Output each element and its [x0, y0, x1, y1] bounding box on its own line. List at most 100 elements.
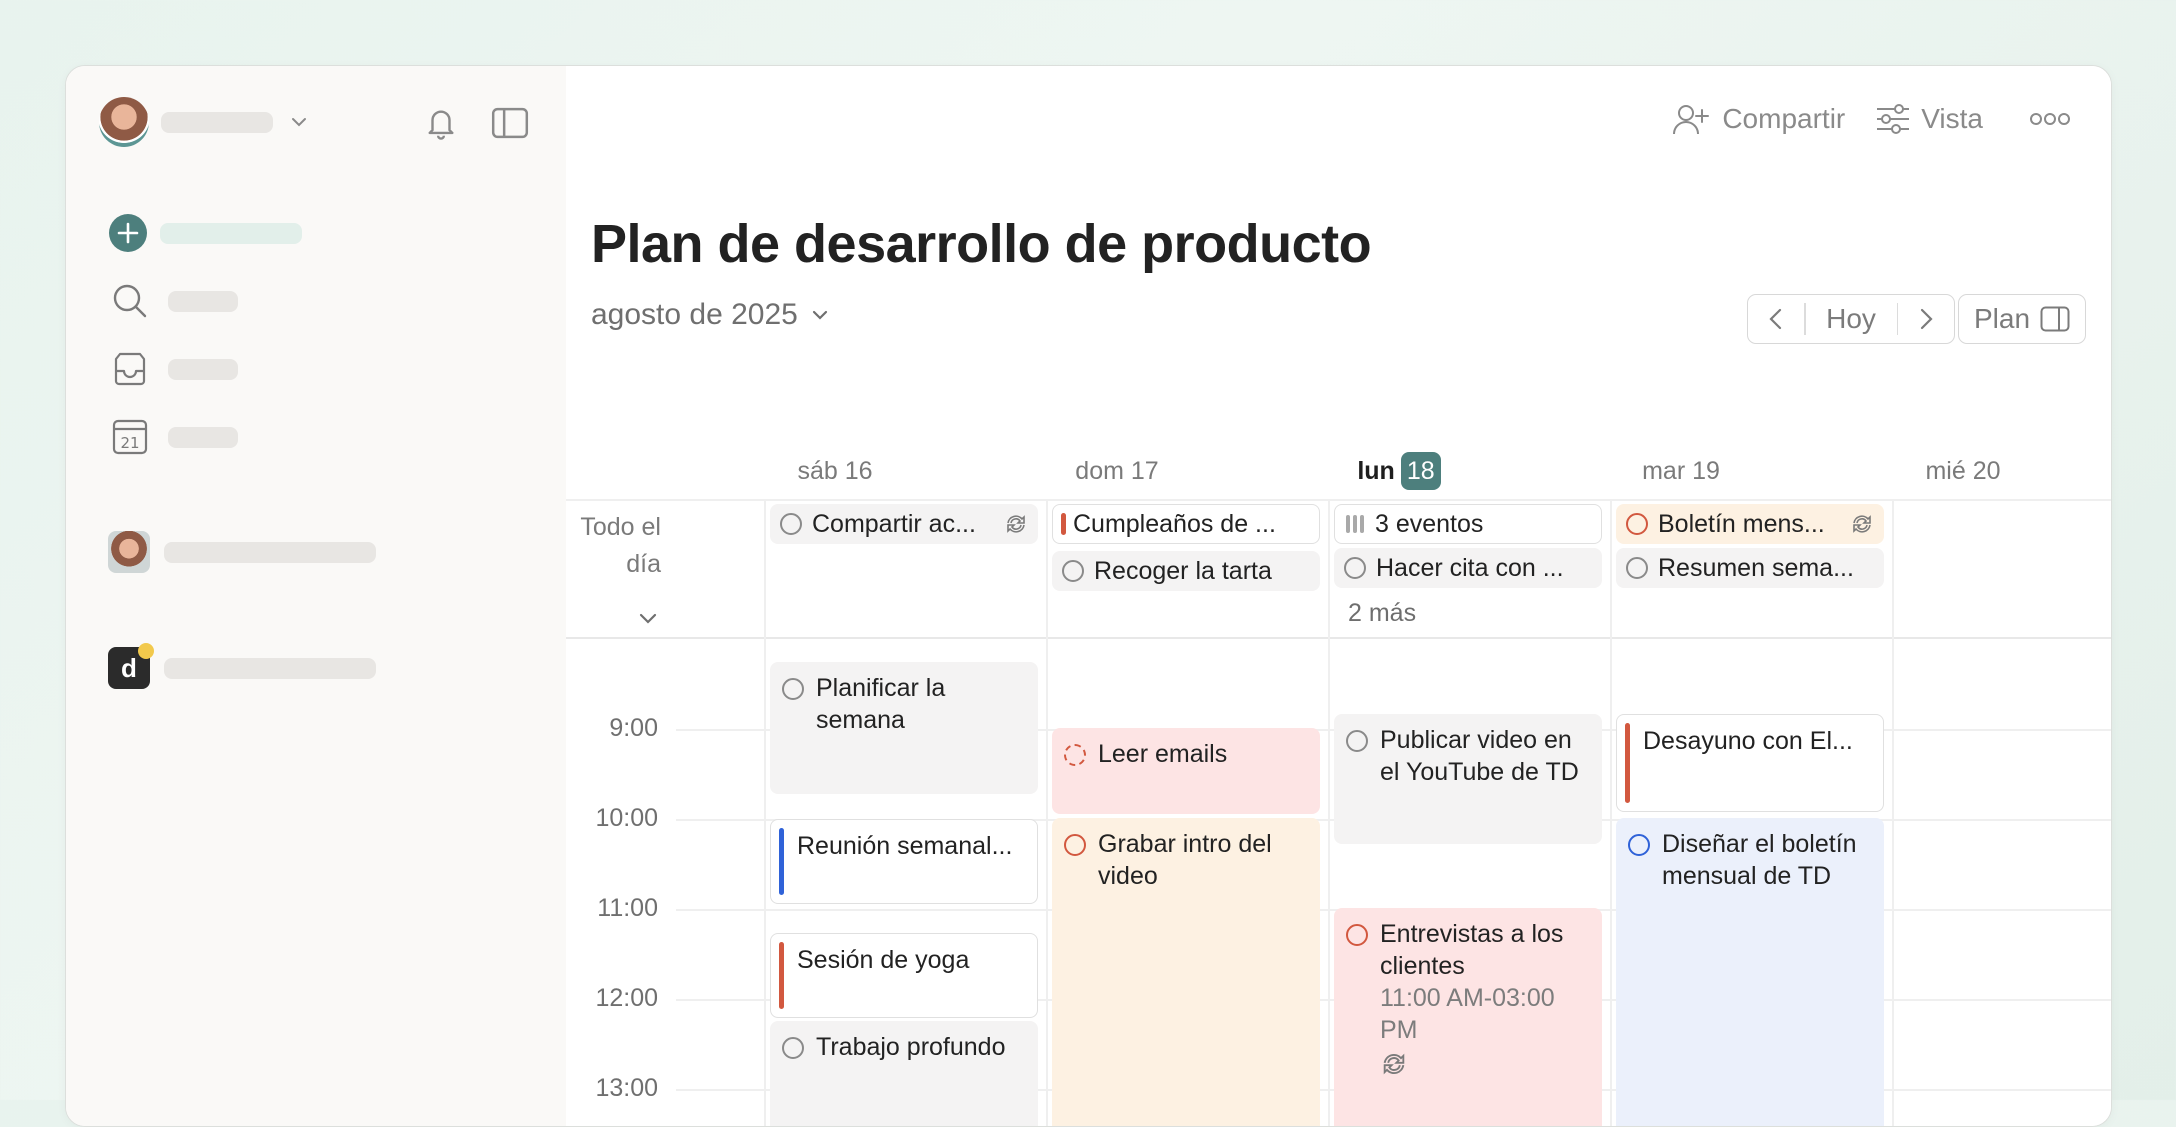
project-avatar	[108, 531, 150, 573]
recurring-icon	[1007, 515, 1025, 533]
sliders-icon	[1877, 104, 1910, 134]
event-color-bar	[1625, 723, 1630, 803]
grid-line	[566, 499, 2111, 501]
event-title: Publicar video en el YouTube de TD	[1380, 726, 1579, 786]
allday-event[interactable]: Resumen sema...	[1616, 548, 1884, 588]
notifications-bell-icon[interactable]	[421, 103, 461, 143]
event-color-bar	[779, 942, 784, 1009]
month-selector[interactable]: agosto de 2025	[591, 298, 832, 332]
chevron-down-icon	[292, 118, 306, 127]
month-label: agosto de 2025	[591, 298, 798, 331]
event-block[interactable]: Diseñar el boletín mensual de TD	[1616, 818, 1884, 1126]
allday-event[interactable]: Boletín mens...	[1616, 504, 1884, 544]
event-block[interactable]: Sesión de yoga	[770, 933, 1038, 1018]
prev-button[interactable]	[1748, 295, 1804, 343]
time-label: 11:00	[597, 894, 658, 922]
collapse-allday-chevron-icon[interactable]	[636, 608, 660, 628]
grid-col-line	[1328, 499, 1330, 1126]
project-name-placeholder-2	[164, 657, 376, 679]
task-checkbox-icon[interactable]	[1346, 924, 1368, 946]
event-color-bar	[779, 828, 784, 895]
day-header-mon[interactable]: lun 18	[1263, 451, 1535, 491]
task-checkbox-icon[interactable]	[1628, 834, 1650, 856]
grid-col-line	[1892, 499, 1894, 1126]
event-title: Grabar intro del video	[1098, 830, 1272, 890]
project-item-2[interactable]: d	[108, 643, 376, 689]
svg-text:21: 21	[120, 434, 139, 452]
inbox-icon	[114, 352, 146, 386]
recurring-icon	[1853, 515, 1871, 533]
add-person-icon	[1673, 105, 1710, 135]
inbox-item[interactable]	[110, 349, 238, 389]
recurring-icon	[1383, 1053, 1405, 1075]
inbox-placeholder	[168, 358, 238, 380]
workspace-switcher[interactable]	[99, 97, 311, 147]
event-block[interactable]: Planificar la semana	[770, 662, 1038, 794]
event-block[interactable]: Reunión semanal...	[770, 819, 1038, 904]
allday-event[interactable]: Recoger la tarta	[1052, 551, 1320, 591]
event-color-bar	[1061, 513, 1066, 535]
time-label: 9:00	[609, 714, 658, 742]
page-title: Plan de desarrollo de producto	[591, 214, 1372, 274]
event-title: Compartir ac...	[812, 509, 976, 538]
next-button[interactable]	[1898, 295, 1954, 343]
task-checkbox-icon[interactable]	[1062, 560, 1084, 582]
calendar-icon: 21	[112, 419, 148, 455]
task-checkbox-icon[interactable]	[1626, 513, 1648, 535]
event-block[interactable]: Entrevistas a los clientes 11:00 AM-03:0…	[1334, 908, 1602, 1126]
chevron-left-icon	[1769, 308, 1782, 330]
project-name-placeholder	[164, 541, 376, 563]
event-time: 11:00 AM-03:00 PM	[1380, 984, 1555, 1044]
event-title: Resumen sema...	[1658, 553, 1854, 582]
event-block[interactable]: Trabajo profundo	[770, 1021, 1038, 1126]
toggle-sidebar-icon[interactable]	[490, 103, 530, 143]
today-item[interactable]: 21	[110, 417, 238, 457]
event-block[interactable]: Desayuno con El...	[1616, 714, 1884, 812]
task-checkbox-icon[interactable]	[1626, 557, 1648, 579]
date-navigation: Hoy	[1747, 294, 1955, 344]
plan-button[interactable]: Plan	[1958, 294, 2086, 344]
more-events-link[interactable]: 2 más	[1348, 599, 1416, 628]
app-window: 21 d Compartir Vista Plan de desarrollo …	[65, 65, 2112, 1127]
day-header-tue[interactable]: mar 19	[1545, 451, 1817, 491]
task-checkbox-icon[interactable]	[1344, 557, 1366, 579]
task-checkbox-icon[interactable]	[1346, 730, 1368, 752]
allday-divider	[566, 637, 2111, 639]
share-button[interactable]: Compartir	[1672, 102, 1845, 136]
day-header-wed[interactable]: mié 20	[1827, 451, 2099, 491]
task-checkbox-icon[interactable]	[782, 1037, 804, 1059]
day-header-sat[interactable]: sáb 16	[699, 451, 971, 491]
task-checkbox-icon[interactable]	[1064, 744, 1086, 766]
project-item-1[interactable]	[108, 531, 376, 573]
share-label: Compartir	[1722, 103, 1846, 134]
today-date-badge: 18	[1400, 452, 1441, 490]
grid-col-line	[1610, 499, 1612, 1126]
event-title: Planificar la semana	[816, 674, 946, 734]
plan-label: Plan	[1973, 303, 2031, 334]
event-title: Boletín mens...	[1658, 509, 1825, 538]
task-checkbox-icon[interactable]	[782, 678, 804, 700]
event-title: Sesión de yoga	[797, 946, 970, 974]
time-label: 13:00	[595, 1074, 658, 1102]
add-task-item[interactable]	[108, 213, 302, 253]
view-button[interactable]: Vista	[1875, 103, 1983, 135]
allday-event[interactable]: Hacer cita con ...	[1334, 548, 1602, 588]
day-header-sun[interactable]: dom 17	[981, 451, 1253, 491]
task-checkbox-icon[interactable]	[780, 513, 802, 535]
event-title: Entrevistas a los clientes	[1380, 920, 1564, 980]
allday-event[interactable]: Cumpleaños de ...	[1052, 504, 1320, 544]
time-label: 10:00	[595, 804, 658, 832]
task-checkbox-icon[interactable]	[1064, 834, 1086, 856]
today-placeholder	[168, 426, 238, 448]
event-block[interactable]: Publicar video en el YouTube de TD	[1334, 714, 1602, 844]
allday-event-group[interactable]: 3 eventos	[1334, 504, 1602, 544]
today-button[interactable]: Hoy	[1806, 295, 1897, 343]
event-block[interactable]: Grabar intro del video	[1052, 818, 1320, 1126]
time-label: 12:00	[595, 984, 658, 1012]
event-title: Cumpleaños de ...	[1073, 509, 1276, 538]
event-block[interactable]: Leer emails	[1052, 728, 1320, 814]
more-options-button[interactable]	[2029, 111, 2071, 127]
search-item[interactable]	[110, 281, 238, 321]
allday-event[interactable]: Compartir ac...	[770, 504, 1038, 544]
workspace-name-placeholder	[161, 111, 273, 133]
